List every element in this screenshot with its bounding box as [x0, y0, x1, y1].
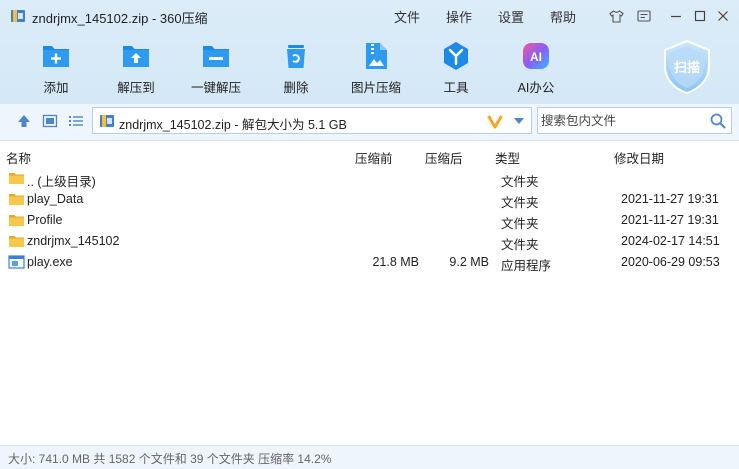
- zip-file-icon: [100, 115, 114, 127]
- extract-to-button[interactable]: 解压到: [106, 38, 166, 100]
- folder-icon: [9, 173, 24, 184]
- file-date: 2021-11-27 19:31: [621, 213, 719, 227]
- minimize-icon: [671, 15, 681, 18]
- delete-label: 删除: [283, 81, 309, 95]
- one-click-extract-icon: [203, 46, 229, 67]
- menu-settings[interactable]: 设置: [498, 7, 524, 26]
- file-date: 2024-02-17 14:51: [621, 234, 720, 248]
- tools-icon: [444, 42, 468, 70]
- column-header-before[interactable]: 压缩前: [355, 148, 393, 167]
- file-name: zndrjmx_145102: [27, 234, 120, 248]
- table-row[interactable]: play_Data 文件夹 2021-11-27 19:31: [0, 189, 739, 210]
- file-type: 文件夹: [501, 196, 539, 210]
- feedback-button[interactable]: [636, 8, 652, 24]
- file-date: 2020-06-29 09:53: [621, 255, 720, 269]
- delete-button[interactable]: 删除: [266, 38, 326, 100]
- view-icons-icon[interactable]: [42, 113, 58, 129]
- add-button[interactable]: 添加: [26, 38, 86, 100]
- shirt-icon: [608, 9, 624, 23]
- ai-office-label: AI办公: [517, 81, 555, 95]
- column-header-name[interactable]: 名称: [6, 148, 31, 167]
- file-date: 2021-11-27 19:31: [621, 192, 719, 206]
- file-type: 文件夹: [501, 175, 539, 189]
- column-header-date[interactable]: 修改日期: [614, 148, 664, 167]
- ai-office-button[interactable]: AI AI办公: [506, 38, 566, 100]
- scan-button[interactable]: 扫描: [661, 39, 713, 95]
- image-compress-icon: [366, 43, 387, 69]
- minimize-button[interactable]: [668, 8, 684, 24]
- ai-office-icon: AI: [523, 43, 549, 69]
- image-compress-button[interactable]: 图片压缩: [346, 38, 406, 100]
- menu-operation[interactable]: 操作: [446, 7, 472, 26]
- close-button[interactable]: [715, 8, 731, 24]
- table-row[interactable]: Profile 文件夹 2021-11-27 19:31: [0, 210, 739, 231]
- search-box[interactable]: [537, 107, 732, 134]
- scan-label: 扫描: [673, 60, 700, 75]
- delete-icon: [287, 45, 305, 68]
- skin-button[interactable]: [608, 8, 624, 24]
- column-header-after[interactable]: 压缩后: [425, 148, 463, 167]
- svg-text:AI: AI: [530, 50, 542, 64]
- add-icon: [43, 46, 69, 67]
- file-name: .. (上级目录): [27, 175, 96, 189]
- file-name: play.exe: [27, 255, 73, 269]
- maximize-icon: [694, 10, 706, 22]
- menu-help[interactable]: 帮助: [550, 7, 576, 26]
- path-text: zndrjmx_145102.zip - 解包大小为 5.1 GB: [119, 118, 347, 132]
- table-row[interactable]: zndrjmx_145102 文件夹 2024-02-17 14:51: [0, 231, 739, 252]
- close-icon: [718, 11, 728, 21]
- file-size-after: 9.2 MB: [449, 255, 489, 269]
- file-name: play_Data: [27, 192, 84, 206]
- table-row[interactable]: .. (上级目录) 文件夹: [0, 168, 739, 189]
- menu-file[interactable]: 文件: [394, 7, 420, 26]
- folder-icon: [9, 236, 24, 247]
- one-click-extract-label: 一键解压: [190, 81, 241, 95]
- dropdown-arrow-icon[interactable]: [513, 117, 525, 125]
- add-label: 添加: [43, 81, 69, 95]
- up-arrow-icon[interactable]: [16, 113, 32, 129]
- extract-to-label: 解压到: [117, 81, 155, 95]
- column-header-type[interactable]: 类型: [495, 148, 520, 167]
- search-icon[interactable]: [710, 113, 726, 129]
- title-bar: zndrjmx_145102.zip - 360压缩 文件 操作 设置 帮助: [0, 0, 739, 32]
- file-type: 文件夹: [501, 238, 539, 252]
- file-type: 文件夹: [501, 217, 539, 231]
- window-title: zndrjmx_145102.zip - 360压缩: [32, 11, 208, 26]
- folder-icon: [9, 215, 24, 226]
- file-type: 应用程序: [501, 259, 552, 273]
- folder-icon: [9, 194, 24, 205]
- check-v-icon[interactable]: [487, 114, 503, 129]
- status-text: 大小: 741.0 MB 共 1582 个文件和 39 个文件夹 压缩率 14.…: [8, 452, 332, 466]
- image-compress-label: 图片压缩: [350, 81, 401, 95]
- extract-to-icon: [123, 46, 149, 67]
- file-name: Profile: [27, 213, 63, 227]
- one-click-extract-button[interactable]: 一键解压: [186, 38, 246, 100]
- path-field[interactable]: zndrjmx_145102.zip - 解包大小为 5.1 GB: [92, 107, 532, 134]
- tools-label: 工具: [443, 81, 469, 95]
- message-icon: [637, 10, 651, 22]
- status-bar: 大小: 741.0 MB 共 1582 个文件和 39 个文件夹 压缩率 14.…: [0, 445, 739, 469]
- search-input[interactable]: [541, 111, 701, 130]
- tools-button[interactable]: 工具: [426, 38, 486, 100]
- maximize-button[interactable]: [692, 8, 708, 24]
- table-row[interactable]: play.exe 21.8 MB 9.2 MB 应用程序 2020-06-29 …: [0, 252, 739, 273]
- exe-icon: [8, 255, 25, 269]
- app-logo-icon: [11, 10, 25, 22]
- file-size-before: 21.8 MB: [372, 255, 419, 269]
- view-list-icon[interactable]: [68, 113, 84, 129]
